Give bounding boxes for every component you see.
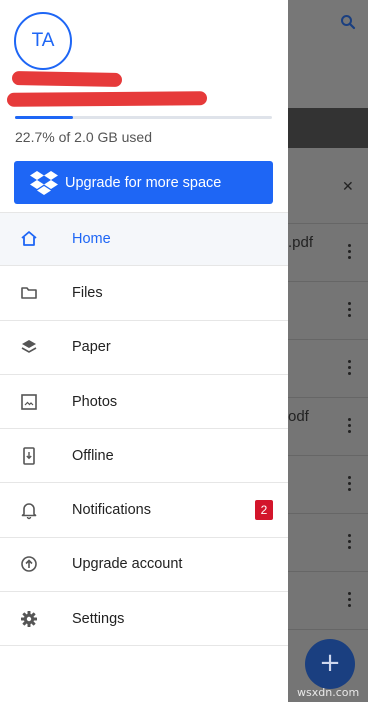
menu-item-label: Notifications <box>72 502 151 519</box>
background-file-row <box>288 572 368 630</box>
menu-item-offline[interactable]: Offline <box>0 429 288 484</box>
background-file-row: .pdf <box>288 224 368 282</box>
upgrade-button-label: Upgrade for more space <box>65 174 222 191</box>
bell-icon <box>21 503 37 520</box>
menu-item-photos[interactable]: Photos <box>0 375 288 430</box>
background-file-row <box>288 514 368 572</box>
dropbox-logo-icon <box>30 170 58 195</box>
menu-item-label: Settings <box>72 610 125 627</box>
notification-count-badge: 2 <box>255 500 273 521</box>
photo-icon <box>21 393 37 410</box>
folder-icon <box>21 287 37 299</box>
menu-item-label: Photos <box>72 393 118 410</box>
background-file-name: odf <box>288 408 309 425</box>
storage-usage-text: 22.7% of 2.0 GB used <box>15 129 152 145</box>
menu-item-label: Home <box>72 231 111 248</box>
menu-item-settings[interactable]: Settings <box>0 592 288 647</box>
more-options-icon <box>348 592 352 608</box>
storage-progress-fill <box>15 116 74 119</box>
upgrade-for-more-space-button[interactable]: Upgrade for more space <box>14 161 273 204</box>
layers-icon <box>21 340 37 354</box>
gear-icon <box>21 610 37 627</box>
offline-device-icon <box>23 447 35 465</box>
more-options-icon <box>348 302 352 318</box>
drawer-menu: Home Files Paper Photos Offline Notifica… <box>0 212 288 647</box>
menu-item-home[interactable]: Home <box>0 212 288 267</box>
close-icon: ✕ <box>342 178 354 194</box>
menu-item-files[interactable]: Files <box>0 266 288 321</box>
storage-progress-bar <box>15 116 272 119</box>
more-options-icon <box>348 418 352 434</box>
add-fab-button: + <box>305 639 355 689</box>
menu-item-label: Offline <box>72 447 114 464</box>
menu-item-paper[interactable]: Paper <box>0 321 288 375</box>
background-file-row <box>288 340 368 398</box>
avatar[interactable]: TA <box>14 12 72 70</box>
background-file-row <box>288 456 368 514</box>
menu-item-label: Paper <box>72 339 111 356</box>
background-banner <box>288 148 368 224</box>
menu-item-label: Files <box>72 284 103 301</box>
redacted-account-name <box>11 71 123 87</box>
more-options-icon <box>348 534 352 550</box>
menu-item-upgrade-account[interactable]: Upgrade account <box>0 538 288 593</box>
background-file-row: odf <box>288 398 368 456</box>
more-options-icon <box>348 244 352 260</box>
background-dark-bar <box>288 108 368 148</box>
more-options-icon <box>348 476 352 492</box>
navigation-drawer: TA 22.7% of 2.0 GB used Upgrade for more… <box>0 0 288 702</box>
background-top-bar <box>288 0 368 108</box>
background-file-name: .pdf <box>288 234 314 251</box>
upgrade-arrow-icon <box>21 556 37 573</box>
menu-item-notifications[interactable]: Notifications 2 <box>0 483 288 538</box>
redacted-account-email <box>6 91 208 107</box>
background-file-row <box>288 282 368 340</box>
menu-item-label: Upgrade account <box>72 556 183 573</box>
home-icon <box>21 231 37 247</box>
search-icon <box>340 14 356 35</box>
more-options-icon <box>348 360 352 376</box>
watermark: wsxdn.com <box>297 686 360 699</box>
